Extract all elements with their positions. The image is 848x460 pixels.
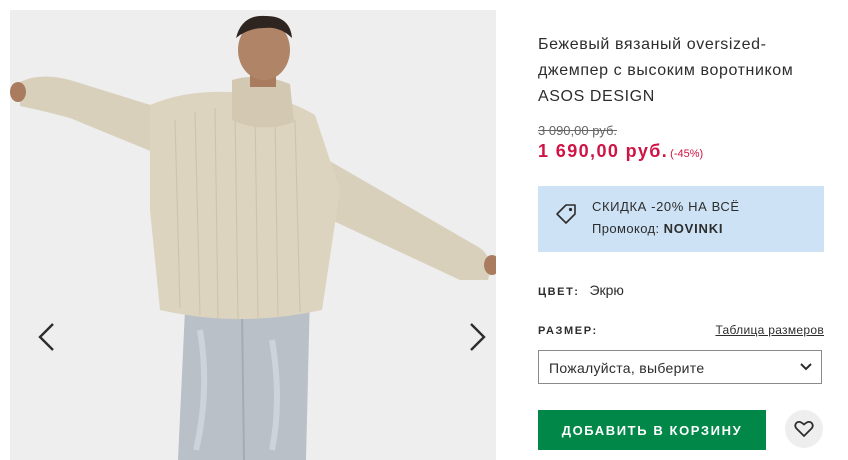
chevron-left-icon (38, 323, 54, 351)
product-photo (10, 10, 496, 460)
previous-image-button[interactable] (26, 315, 66, 359)
tag-icon (556, 204, 576, 224)
color-row: ЦВЕТ: Экрю (538, 282, 624, 298)
discount-percent: (-45%) (670, 148, 704, 160)
product-title: Бежевый вязаный oversized-джемпер с высо… (538, 36, 794, 105)
old-price: 3 090,00 руб. (538, 123, 618, 138)
promo-code: NOVINKI (663, 221, 724, 236)
price-row: 1 690,00 руб. (-45%) (538, 141, 703, 162)
save-for-later-button[interactable] (785, 410, 823, 448)
promo-banner: СКИДКА -20% НА ВСЁ Промокод: NOVINKI (538, 186, 824, 252)
next-image-button[interactable] (458, 315, 496, 359)
current-price: 1 690,00 руб. (538, 141, 669, 161)
chevron-down-icon (800, 363, 812, 371)
size-label: РАЗМЕР: (538, 325, 598, 337)
color-value: Экрю (589, 282, 624, 298)
size-select[interactable]: Пожалуйста, выберите (538, 350, 822, 384)
color-label: ЦВЕТ: (538, 286, 580, 298)
add-to-cart-button[interactable]: ДОБАВИТЬ В КОРЗИНУ (538, 410, 766, 450)
chevron-right-icon (470, 323, 486, 351)
promo-headline: СКИДКА -20% НА ВСЁ (592, 199, 740, 214)
size-guide-link[interactable]: Таблица размеров (715, 323, 824, 337)
heart-icon (794, 420, 814, 437)
product-gallery (10, 10, 496, 460)
size-select-value: Пожалуйста, выберите (549, 360, 705, 376)
promo-code-line: Промокод: NOVINKI (592, 221, 723, 236)
promo-code-label: Промокод: (592, 221, 660, 236)
